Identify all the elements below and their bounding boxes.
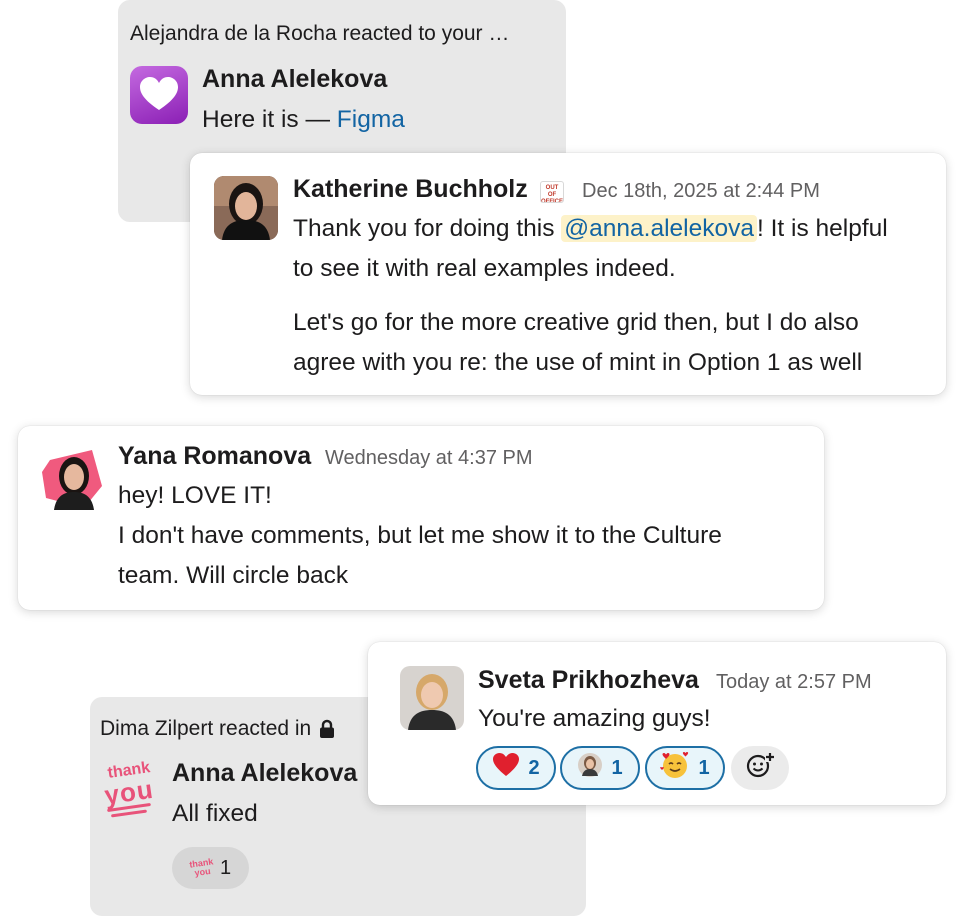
message-card-katherine[interactable]: Katherine Buchholz OUT OF OFFICE Dec 18t… bbox=[190, 153, 946, 395]
figma-link[interactable]: Figma bbox=[337, 106, 405, 133]
smiling-hearts-reaction[interactable]: 1 bbox=[645, 746, 725, 790]
reaction-count: 2 bbox=[528, 756, 540, 779]
avatar[interactable] bbox=[214, 176, 278, 240]
message-paragraph-1: Thank you for doing this @anna.alelekova… bbox=[293, 215, 888, 282]
author-name[interactable]: Sveta Prikhozheva bbox=[478, 666, 699, 695]
author-name[interactable]: Anna Alelekova bbox=[202, 65, 387, 94]
reaction-count: 1 bbox=[611, 756, 623, 779]
message-text: hey! LOVE IT! I don't have comments, but… bbox=[118, 482, 722, 589]
notification-text: Dima Zilpert reacted in bbox=[100, 717, 335, 741]
timestamp[interactable]: Dec 18th, 2025 at 2:44 PM bbox=[582, 180, 820, 203]
thank-you-sticker-icon: thank you bbox=[188, 856, 214, 879]
notification-text: Alejandra de la Rocha reacted to your … bbox=[130, 22, 510, 45]
timestamp[interactable]: Today at 2:57 PM bbox=[716, 671, 872, 694]
smiling-face-with-hearts-icon bbox=[660, 751, 690, 785]
avatar[interactable] bbox=[400, 666, 464, 730]
message-card-yana[interactable]: Yana Romanova Wednesday at 4:37 PM hey! … bbox=[18, 426, 824, 610]
thank-you-reaction[interactable]: thank you 1 bbox=[172, 847, 249, 889]
message-text: Here it is — Figma bbox=[202, 100, 405, 140]
message-prefix: Here it is — bbox=[202, 106, 337, 133]
author-name[interactable]: Anna Alelekova bbox=[172, 759, 357, 788]
add-reaction-icon bbox=[745, 751, 775, 785]
avatar[interactable] bbox=[40, 446, 104, 510]
add-reaction-button[interactable] bbox=[731, 746, 789, 790]
timestamp[interactable]: Wednesday at 4:37 PM bbox=[325, 447, 533, 470]
message-text: All fixed bbox=[172, 800, 258, 827]
author-name[interactable]: Katherine Buchholz bbox=[293, 175, 528, 204]
canvas: Alejandra de la Rocha reacted to your … … bbox=[0, 0, 964, 916]
heart-reaction[interactable]: 2 bbox=[476, 746, 556, 790]
out-of-office-badge-icon: OUT OF OFFICE bbox=[540, 181, 564, 203]
purple-heart-icon bbox=[130, 66, 188, 124]
reaction-count: 1 bbox=[698, 756, 710, 779]
user-mention[interactable]: @anna.alelekova bbox=[561, 215, 757, 242]
message-card-sveta[interactable]: Sveta Prikhozheva Today at 2:57 PM You'r… bbox=[368, 642, 946, 805]
reaction-count: 1 bbox=[219, 856, 232, 879]
red-heart-icon bbox=[492, 752, 520, 784]
person-avatar-emoji-icon bbox=[577, 752, 603, 784]
message-paragraph-2: Let's go for the more creative grid then… bbox=[293, 309, 863, 376]
thank-you-sticker-icon: thank you bbox=[98, 759, 160, 821]
author-name[interactable]: Yana Romanova bbox=[118, 442, 311, 471]
message-text: You're amazing guys! bbox=[478, 705, 711, 732]
person-emoji-reaction[interactable]: 1 bbox=[560, 746, 640, 790]
lock-icon bbox=[319, 719, 335, 739]
